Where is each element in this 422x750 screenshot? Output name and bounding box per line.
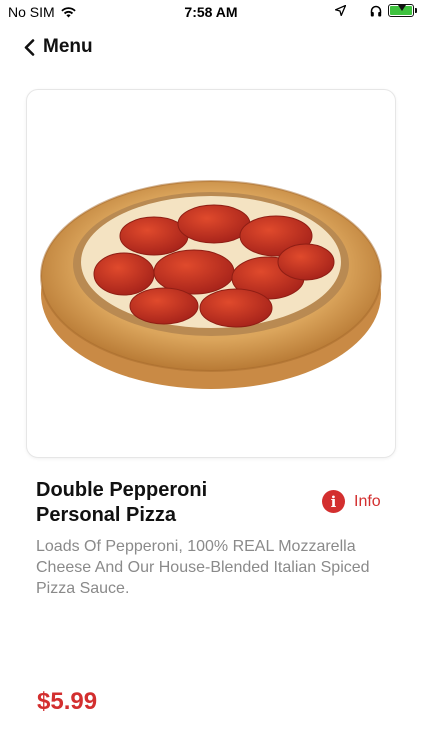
headphones-icon	[370, 5, 382, 16]
chevron-left-icon	[24, 38, 35, 56]
back-button-label: Menu	[43, 36, 93, 57]
status-bar: No SIM 7:58 AM	[0, 0, 422, 26]
product-price: $5.99	[37, 688, 98, 715]
product-description: Loads Of Pepperoni, 100% REAL Mozzarella…	[36, 538, 370, 597]
battery-charging-icon	[388, 4, 417, 17]
location-icon	[335, 5, 346, 16]
info-label: Info	[354, 492, 381, 510]
status-icons	[335, 4, 417, 17]
info-button[interactable]: i Info	[322, 490, 381, 513]
info-icon: i	[322, 490, 345, 513]
product-image-card	[26, 89, 396, 458]
moon-icon	[353, 5, 361, 16]
product-image	[40, 179, 382, 389]
product-title: Double Pepperoni Personal Pizza	[36, 479, 208, 526]
back-button[interactable]: Menu	[24, 36, 93, 58]
